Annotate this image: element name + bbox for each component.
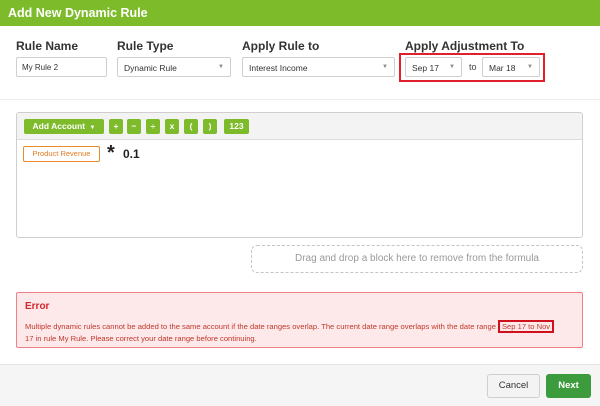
chevron-down-icon: ▼ <box>527 64 533 70</box>
formula-operator[interactable]: * <box>107 142 115 165</box>
plus-button[interactable]: + <box>109 119 123 134</box>
close-paren-button[interactable]: ) <box>203 119 217 134</box>
account-block-product-revenue[interactable]: Product Revenue <box>23 146 100 162</box>
rule-type-value: Dynamic Rule <box>124 63 177 73</box>
next-button[interactable]: Next <box>546 374 591 398</box>
number-button[interactable]: 123 <box>224 119 249 134</box>
error-message-text-1: Multiple dynamic rules cannot be added t… <box>25 322 496 331</box>
minus-button[interactable]: − <box>127 119 141 134</box>
to-date-select[interactable]: Mar 18 ▼ <box>482 57 540 77</box>
error-title: Error <box>25 301 50 312</box>
apply-rule-to-label: Apply Rule to <box>242 39 320 53</box>
divide-button[interactable]: ÷ <box>146 119 160 134</box>
error-message-highlight-2: 17 <box>25 334 34 343</box>
from-date-value: Sep 17 <box>412 63 439 73</box>
rule-type-label: Rule Type <box>117 39 174 53</box>
chevron-down-icon: ▼ <box>382 64 388 70</box>
error-date-highlight: Sep 17 to Nov <box>497 320 555 333</box>
error-alert: Error Multiple dynamic rules cannot be a… <box>16 292 583 348</box>
cancel-button[interactable]: Cancel <box>487 374 540 398</box>
add-account-label: Add Account <box>32 121 86 131</box>
apply-rule-to-select[interactable]: Interest Income ▼ <box>242 57 395 77</box>
multiply-button[interactable]: x <box>165 119 179 134</box>
open-paren-button[interactable]: ( <box>184 119 198 134</box>
chevron-down-icon: ▼ <box>449 64 455 70</box>
error-message: Multiple dynamic rules cannot be added t… <box>25 320 573 345</box>
formula-constant[interactable]: 0.1 <box>123 147 140 161</box>
apply-rule-to-value: Interest Income <box>249 63 308 73</box>
remove-dropzone[interactable]: Drag and drop a block here to remove fro… <box>251 245 583 273</box>
rule-name-input[interactable]: My Rule 2 <box>16 57 107 77</box>
dialog-footer: Cancel Next <box>0 364 600 406</box>
chevron-down-icon: ▼ <box>218 64 224 70</box>
rule-name-label: Rule Name <box>16 39 79 53</box>
error-message-text-2: in rule My Rule. Please correct your dat… <box>35 334 257 343</box>
to-date-value: Mar 18 <box>489 63 516 73</box>
formula-editor[interactable]: Add Account ▼ + − ÷ x ( ) 123 Product Re… <box>16 112 583 238</box>
apply-adjustment-to-label: Apply Adjustment To <box>405 39 525 53</box>
divider <box>0 99 600 100</box>
chevron-down-icon: ▼ <box>89 125 96 131</box>
to-label: to <box>469 62 477 72</box>
formula-toolbar: Add Account ▼ + − ÷ x ( ) 123 <box>17 113 582 140</box>
from-date-select[interactable]: Sep 17 ▼ <box>405 57 462 77</box>
rule-type-select[interactable]: Dynamic Rule ▼ <box>117 57 231 77</box>
dialog-title: Add New Dynamic Rule <box>0 0 600 26</box>
add-account-button[interactable]: Add Account ▼ <box>24 119 104 134</box>
